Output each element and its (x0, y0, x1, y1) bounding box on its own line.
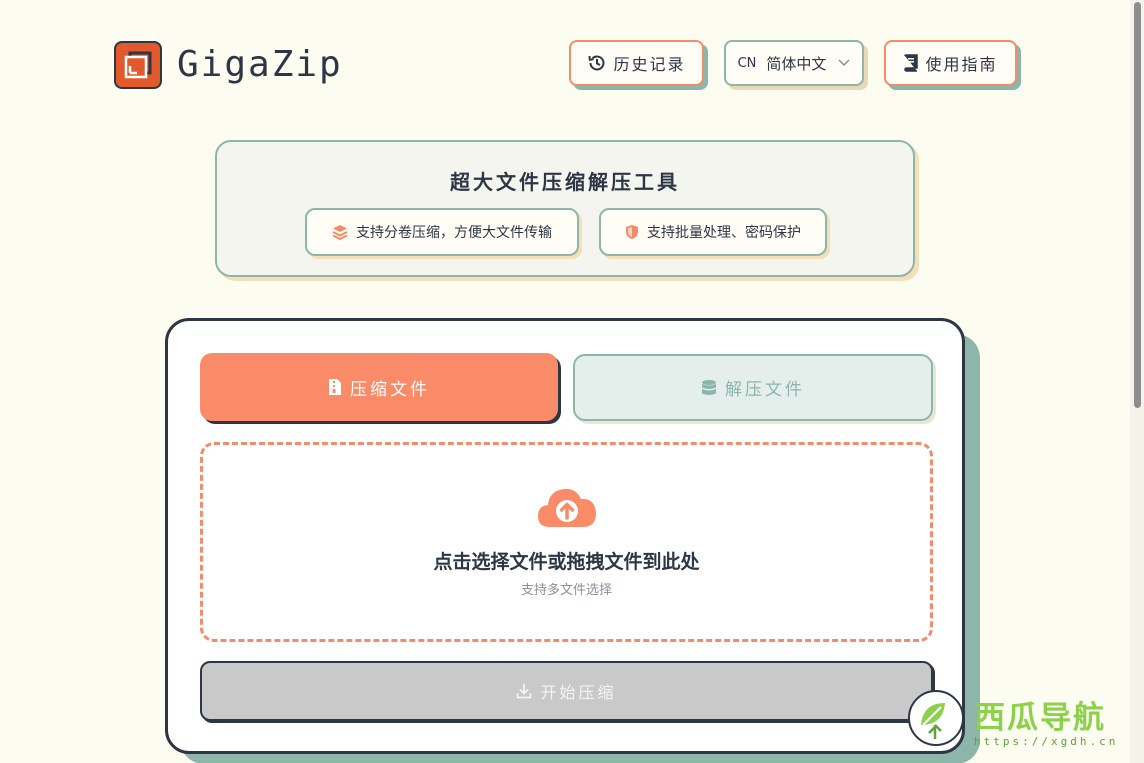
history-label: 历史记录 (613, 55, 686, 74)
tab-decompress[interactable]: 解压文件 (573, 354, 933, 421)
chevron-down-icon (838, 56, 850, 71)
tab-compress-label: 压缩文件 (350, 379, 430, 400)
database-icon (702, 379, 716, 395)
app-title: GigaZip (177, 44, 343, 85)
history-icon (588, 55, 605, 71)
file-dropzone[interactable]: 点击选择文件或拖拽文件到此处 支持多文件选择 (200, 442, 933, 642)
feature-pill-split: 支持分卷压缩，方便大文件传输 (305, 208, 579, 256)
download-icon (517, 684, 532, 699)
page-scrollbar[interactable] (1130, 0, 1144, 763)
language-code: CN (737, 55, 757, 71)
layers-icon (332, 225, 348, 240)
app-logo[interactable] (114, 41, 162, 89)
guide-button[interactable]: 使用指南 (884, 40, 1017, 86)
feature-label: 支持批量处理、密码保护 (647, 225, 801, 241)
guide-label: 使用指南 (925, 55, 998, 74)
info-title: 超大文件压缩解压工具 (450, 170, 680, 194)
language-label: 简体中文 (766, 54, 827, 73)
watermark-url: https://xgdh.cn (974, 735, 1119, 748)
main-card: 压缩文件 解压文件 点击选择文件或拖拽文件到此处 支持多文件选择 开始压缩 (165, 318, 965, 754)
info-card: 超大文件压缩解压工具 支持分卷压缩，方便大文件传输 支持批量处理、密码保护 (215, 140, 915, 277)
zip-file-icon (329, 379, 341, 395)
start-compress-button[interactable]: 开始压缩 (200, 661, 933, 721)
book-icon (904, 54, 919, 72)
shield-icon (626, 225, 638, 239)
language-select[interactable]: CN 简体中文 (724, 40, 864, 86)
feature-label: 支持分卷压缩，方便大文件传输 (356, 225, 552, 241)
dropzone-subtitle: 支持多文件选择 (520, 583, 612, 598)
start-button-label: 开始压缩 (540, 683, 617, 702)
watermark-name: 西瓜导航 (974, 700, 1106, 736)
watermark-logo-icon (908, 690, 964, 746)
site-watermark: 西瓜导航 https://xgdh.cn (908, 690, 1144, 750)
logo-icon (124, 51, 152, 79)
history-button[interactable]: 历史记录 (569, 40, 704, 86)
tab-decompress-label: 解压文件 (725, 380, 805, 400)
cloud-upload-icon (538, 488, 596, 527)
tab-compress[interactable]: 压缩文件 (200, 353, 558, 421)
feature-pill-batch: 支持批量处理、密码保护 (599, 208, 827, 256)
dropzone-title: 点击选择文件或拖拽文件到此处 (433, 551, 700, 573)
scrollbar-thumb[interactable] (1134, 2, 1141, 408)
